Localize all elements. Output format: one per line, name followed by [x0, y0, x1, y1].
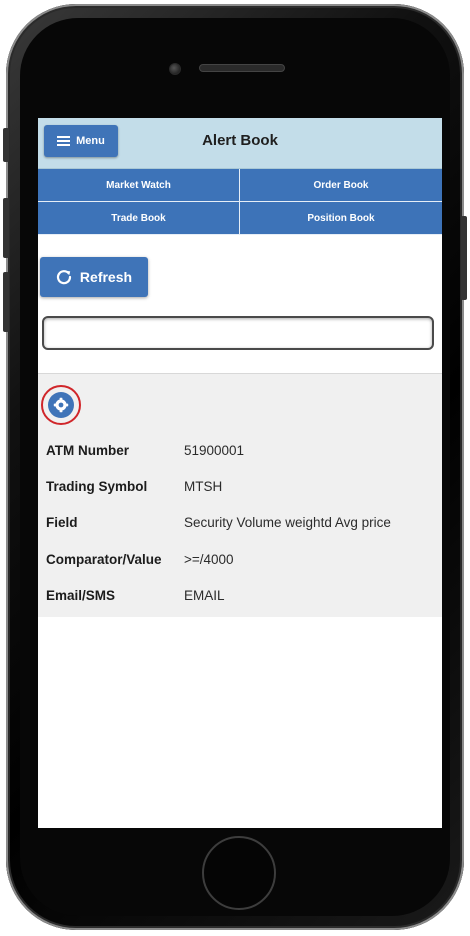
earpiece-speaker [199, 64, 285, 72]
refresh-icon [56, 270, 72, 285]
detail-label: Email/SMS [46, 587, 116, 603]
phone-volume-up-button [3, 198, 9, 258]
detail-label: Field [46, 514, 78, 530]
phone-power-button [461, 216, 467, 300]
alert-card: ATM Number 51900001 Trading Symbol MTSH … [38, 374, 442, 617]
detail-value: 51900001 [184, 442, 245, 458]
tab-order-book[interactable]: Order Book [240, 169, 442, 202]
tab-market-watch[interactable]: Market Watch [38, 169, 240, 202]
detail-value: MTSH [184, 478, 223, 494]
detail-row-email-sms: Email/SMS EMAIL [46, 585, 225, 605]
front-camera [169, 63, 181, 75]
detail-value: >=/4000 [184, 551, 234, 567]
home-button[interactable] [202, 836, 276, 910]
nav-tabs: Market Watch Order Book Trade Book Posit… [38, 169, 442, 235]
app-screen: Menu Alert Book Market Watch Order Book … [38, 118, 442, 828]
detail-row-field: Field Security Volume weightd Avg price [46, 512, 391, 532]
tab-trade-book[interactable]: Trade Book [38, 202, 240, 235]
detail-value: EMAIL [184, 587, 225, 603]
settings-button[interactable] [48, 392, 74, 418]
phone-mute-switch [3, 128, 9, 162]
search-input[interactable] [42, 316, 434, 350]
detail-row-comparator-value: Comparator/Value >=/4000 [46, 549, 234, 569]
settings-button-highlight[interactable] [41, 385, 81, 425]
detail-row-atm-number: ATM Number 51900001 [46, 440, 244, 460]
detail-value: Security Volume weightd Avg price [184, 514, 391, 530]
detail-label: Comparator/Value [46, 551, 162, 567]
detail-label: ATM Number [46, 442, 129, 458]
page-title: Alert Book [202, 132, 278, 149]
detail-row-trading-symbol: Trading Symbol MTSH [46, 476, 222, 496]
app-header: Menu Alert Book [38, 118, 442, 169]
gear-icon [53, 397, 69, 413]
refresh-button-label: Refresh [79, 269, 133, 285]
detail-label: Trading Symbol [46, 478, 148, 494]
refresh-button[interactable]: Refresh [40, 257, 148, 297]
tab-position-book[interactable]: Position Book [240, 202, 442, 235]
phone-volume-down-button [3, 272, 9, 332]
